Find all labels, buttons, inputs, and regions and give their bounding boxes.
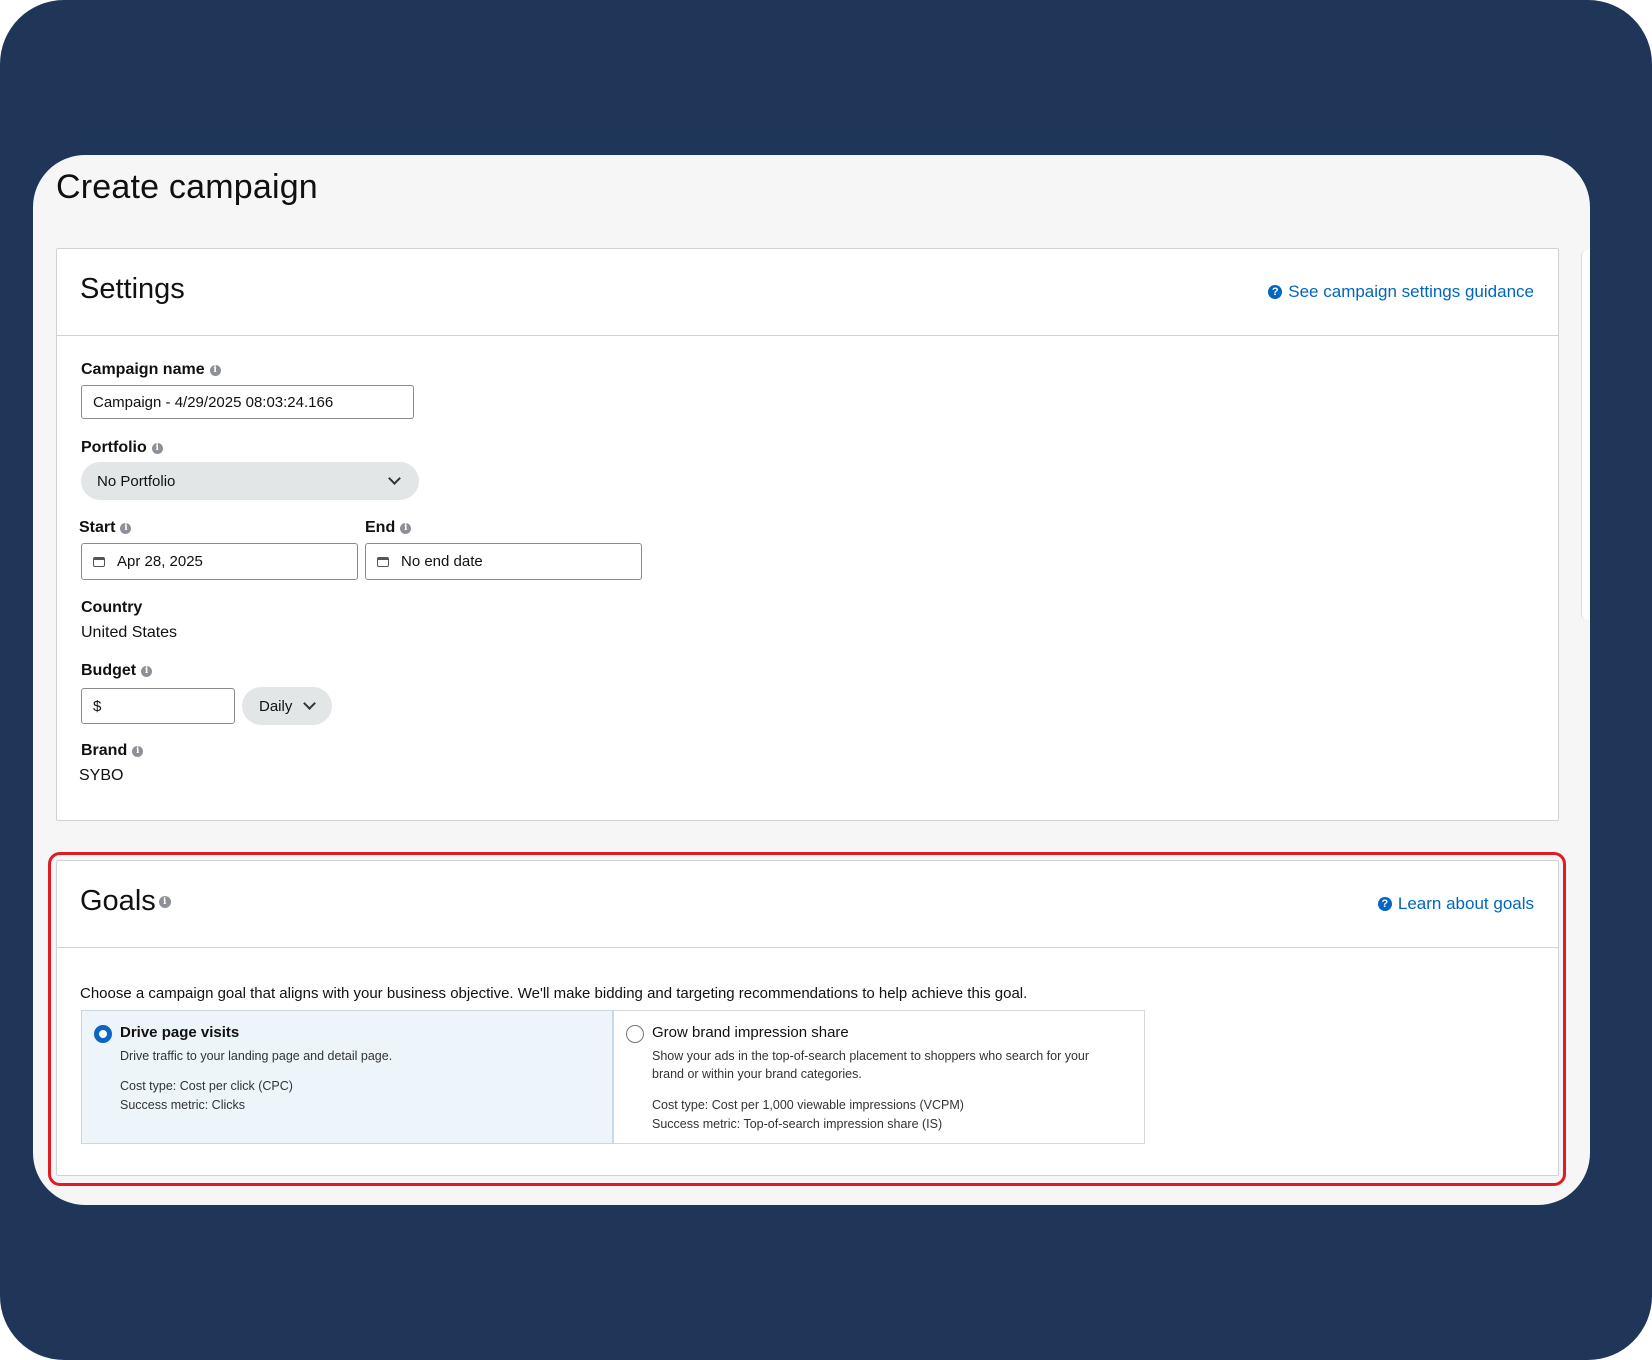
goals-title-wrap: Goals i: [80, 885, 171, 918]
question-icon: ?: [1268, 285, 1283, 299]
goal-title: Drive page visits: [120, 1024, 240, 1041]
brand-label: Brand i: [81, 742, 144, 760]
chevron-down-icon: [388, 472, 401, 485]
goal-subtitle-line-2: brand or within your brand categories.: [652, 1067, 862, 1081]
settings-title: Settings: [80, 273, 185, 305]
portfolio-select[interactable]: No Portfolio: [81, 462, 419, 500]
budget-period-select[interactable]: Daily: [242, 687, 332, 725]
goal-option-drive-page-visits[interactable]: Drive page visits Drive traffic to your …: [81, 1010, 613, 1144]
info-icon[interactable]: i: [151, 442, 163, 454]
goals-card: Goals i ? Learn about goals Choose a cam…: [56, 860, 1559, 1176]
learn-about-goals-link[interactable]: ? Learn about goals: [1377, 894, 1534, 914]
info-icon[interactable]: i: [132, 745, 144, 757]
info-icon[interactable]: i: [158, 895, 171, 908]
start-date-value: Apr 28, 2025: [117, 553, 203, 570]
settings-guidance-label: See campaign settings guidance: [1288, 282, 1534, 301]
end-label: End i: [365, 519, 412, 537]
campaign-name-label: Campaign name i: [81, 361, 221, 379]
end-date-input[interactable]: No end date: [365, 543, 642, 580]
end-label-text: End: [365, 519, 396, 536]
goals-header: Goals i ? Learn about goals: [57, 861, 1558, 948]
brand-value: SYBO: [79, 767, 124, 784]
start-label-text: Start: [79, 519, 116, 536]
country-value: United States: [81, 624, 178, 641]
goals-description: Choose a campaign goal that aligns with …: [80, 985, 1028, 1002]
info-icon[interactable]: i: [400, 522, 412, 534]
settings-card: Settings ? See campaign settings guidanc…: [56, 248, 1559, 821]
budget-label: Budget i: [81, 662, 153, 680]
budget-input[interactable]: $: [81, 688, 235, 724]
info-icon[interactable]: i: [120, 522, 132, 534]
goal-option-grow-brand-impression-share[interactable]: Grow brand impression share Show your ad…: [613, 1010, 1145, 1144]
chevron-down-icon: [303, 697, 316, 710]
goal-cost-type: Cost type: Cost per click (CPC): [120, 1079, 293, 1093]
country-label: Country: [81, 599, 142, 617]
goal-success-metric: Success metric: Top-of-search impression…: [652, 1117, 943, 1131]
campaign-name-input[interactable]: Campaign - 4/29/2025 08:03:24.166: [81, 385, 414, 419]
side-panel-edge: [1581, 250, 1590, 620]
goal-title: Grow brand impression share: [652, 1024, 849, 1041]
info-icon[interactable]: i: [209, 364, 221, 376]
budget-label-text: Budget: [81, 662, 137, 679]
brand-label-text: Brand: [81, 742, 128, 759]
campaign-name-value: Campaign - 4/29/2025 08:03:24.166: [93, 393, 334, 411]
goal-subtitle-line-1: Show your ads in the top-of-search place…: [652, 1049, 1090, 1063]
currency-prefix: $: [93, 697, 102, 715]
campaign-name-label-text: Campaign name: [81, 361, 205, 378]
page-title: Create campaign: [56, 168, 318, 206]
settings-guidance-link[interactable]: ? See campaign settings guidance: [1268, 282, 1534, 302]
device-frame: Create campaign Settings ? See campaign …: [0, 0, 1652, 1360]
screen: Create campaign Settings ? See campaign …: [33, 155, 1590, 1205]
portfolio-label-text: Portfolio: [81, 439, 147, 456]
learn-about-goals-label: Learn about goals: [1397, 894, 1534, 913]
goal-subtitle: Drive traffic to your landing page and d…: [120, 1049, 393, 1063]
start-label: Start i: [79, 519, 132, 537]
info-icon[interactable]: i: [141, 665, 153, 677]
radio-unselected[interactable]: [626, 1025, 644, 1043]
country-label-text: Country: [81, 599, 143, 616]
settings-header: Settings ? See campaign settings guidanc…: [57, 249, 1558, 336]
goal-cost-type: Cost type: Cost per 1,000 viewable impre…: [652, 1098, 964, 1112]
start-date-input[interactable]: Apr 28, 2025: [81, 543, 358, 580]
calendar-icon: [377, 556, 389, 567]
question-icon: ?: [1377, 897, 1392, 911]
budget-period-value: Daily: [259, 697, 293, 715]
calendar-icon: [93, 556, 105, 567]
portfolio-value: No Portfolio: [97, 472, 176, 490]
end-date-value: No end date: [401, 553, 483, 570]
radio-selected[interactable]: [94, 1025, 112, 1043]
goals-title: Goals: [80, 885, 156, 917]
goal-success-metric: Success metric: Clicks: [120, 1098, 246, 1112]
portfolio-label: Portfolio i: [81, 439, 163, 457]
